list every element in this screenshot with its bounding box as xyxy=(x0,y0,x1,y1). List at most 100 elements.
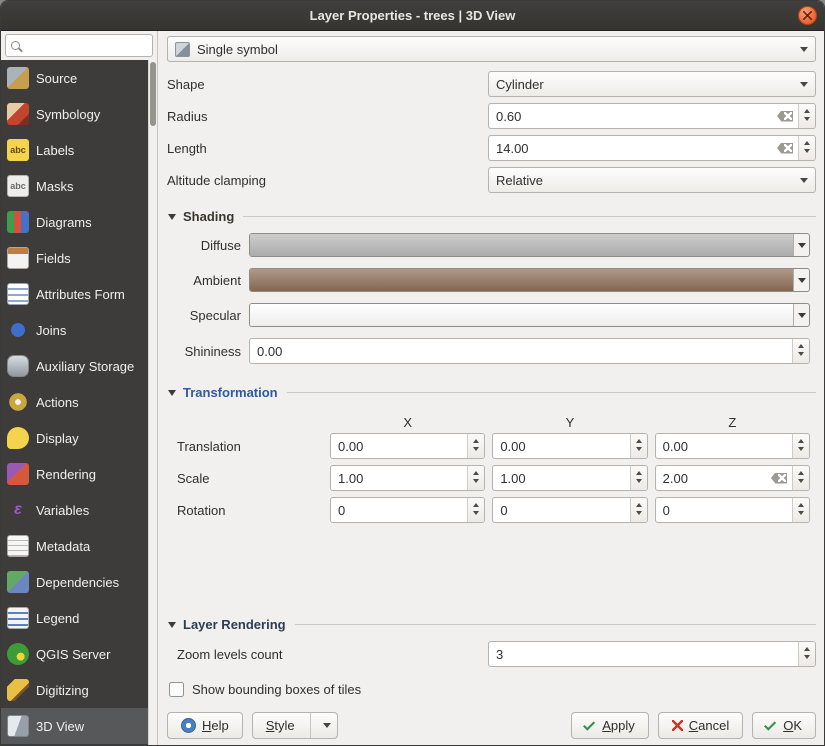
sidebar-item-auxiliary-storage[interactable]: Auxiliary Storage xyxy=(1,348,148,384)
spin-up-icon[interactable] xyxy=(468,498,484,510)
sidebar-item-source[interactable]: Source xyxy=(1,60,148,96)
spin-up-icon[interactable] xyxy=(793,498,809,510)
spin-up-icon[interactable] xyxy=(793,434,809,446)
shape-select[interactable]: Cylinder xyxy=(488,71,816,97)
spin-up-icon[interactable] xyxy=(631,466,647,478)
spin-up-icon[interactable] xyxy=(793,466,809,478)
sidebar-item-fields[interactable]: Fields xyxy=(1,240,148,276)
sidebar-item-display[interactable]: Display xyxy=(1,420,148,456)
translation-z-input[interactable]: 0.00 xyxy=(655,433,810,459)
spinner[interactable] xyxy=(630,466,647,490)
spin-down-icon[interactable] xyxy=(468,446,484,458)
radius-spinner[interactable] xyxy=(798,104,815,128)
spin-down-icon[interactable] xyxy=(631,478,647,490)
spinner[interactable] xyxy=(798,642,815,666)
translation-x-input[interactable]: 0.00 xyxy=(330,433,485,459)
apply-button[interactable]: Apply xyxy=(571,712,649,739)
sidebar-item-rendering[interactable]: Rendering xyxy=(1,456,148,492)
transformation-group-header[interactable]: Transformation xyxy=(167,385,816,400)
spin-down-icon[interactable] xyxy=(799,148,815,160)
layer-rendering-group-header[interactable]: Layer Rendering xyxy=(167,617,816,632)
spin-down-icon[interactable] xyxy=(799,654,815,666)
ambient-color-button[interactable] xyxy=(249,268,810,292)
spin-down-icon[interactable] xyxy=(799,116,815,128)
sidebar-item-dependencies[interactable]: Dependencies xyxy=(1,564,148,600)
sidebar-item-digitizing[interactable]: Digitizing xyxy=(1,672,148,708)
cancel-button[interactable]: Cancel xyxy=(658,712,743,739)
chevron-down-icon[interactable] xyxy=(793,269,809,291)
shininess-spinner[interactable] xyxy=(792,339,809,363)
sidebar-item-labels[interactable]: abc Labels xyxy=(1,132,148,168)
spin-down-icon[interactable] xyxy=(793,351,809,363)
spinner[interactable] xyxy=(792,434,809,458)
spinner[interactable] xyxy=(467,498,484,522)
sidebar-scrollbar[interactable] xyxy=(148,60,157,745)
spinner[interactable] xyxy=(630,434,647,458)
spin-down-icon[interactable] xyxy=(793,478,809,490)
spinner[interactable] xyxy=(467,466,484,490)
chevron-down-icon[interactable] xyxy=(323,723,331,732)
translation-y-input[interactable]: 0.00 xyxy=(492,433,647,459)
sidebar-item-attributes-form[interactable]: Attributes Form xyxy=(1,276,148,312)
shininess-input[interactable]: 0.00 xyxy=(249,338,810,364)
scale-z-input[interactable]: 2.00 xyxy=(655,465,810,491)
show-bounding-boxes-checkbox[interactable] xyxy=(169,682,184,697)
search-input[interactable] xyxy=(5,34,153,57)
collapse-triangle-icon[interactable] xyxy=(168,622,176,632)
spinner[interactable] xyxy=(792,498,809,522)
specular-color-button[interactable] xyxy=(249,303,810,327)
rotation-z-input[interactable]: 0 xyxy=(655,497,810,523)
collapse-triangle-icon[interactable] xyxy=(168,214,176,224)
spinner[interactable] xyxy=(630,498,647,522)
spinner[interactable] xyxy=(467,434,484,458)
sidebar-item-qgis-server[interactable]: QGIS Server xyxy=(1,636,148,672)
spin-down-icon[interactable] xyxy=(793,510,809,522)
sidebar-item-actions[interactable]: Actions xyxy=(1,384,148,420)
sidebar-item-3d-view[interactable]: 3D View xyxy=(1,708,148,744)
sidebar-item-joins[interactable]: Joins xyxy=(1,312,148,348)
spin-down-icon[interactable] xyxy=(468,478,484,490)
sidebar-item-diagrams[interactable]: Diagrams xyxy=(1,204,148,240)
sidebar-item-symbology[interactable]: Symbology xyxy=(1,96,148,132)
spin-up-icon[interactable] xyxy=(793,339,809,351)
style-button[interactable]: Style xyxy=(252,712,338,739)
length-spinner[interactable] xyxy=(798,136,815,160)
spin-up-icon[interactable] xyxy=(799,136,815,148)
sidebar-item-masks[interactable]: abc Masks xyxy=(1,168,148,204)
close-button[interactable] xyxy=(798,6,817,25)
scrollbar-thumb[interactable] xyxy=(150,62,156,126)
title-bar[interactable]: Layer Properties - trees | 3D View xyxy=(1,1,824,31)
shading-group-header[interactable]: Shading xyxy=(167,209,816,224)
length-input[interactable]: 14.00 xyxy=(488,135,816,161)
spin-up-icon[interactable] xyxy=(631,498,647,510)
clear-icon[interactable] xyxy=(777,111,793,122)
spin-down-icon[interactable] xyxy=(793,446,809,458)
sidebar-item-metadata[interactable]: Metadata xyxy=(1,528,148,564)
chevron-down-icon[interactable] xyxy=(793,304,809,326)
chevron-down-icon[interactable] xyxy=(793,234,809,256)
altitude-clamping-select[interactable]: Relative xyxy=(488,167,816,193)
spin-up-icon[interactable] xyxy=(799,104,815,116)
spinner[interactable] xyxy=(792,466,809,490)
spin-down-icon[interactable] xyxy=(631,446,647,458)
zoom-levels-input[interactable]: 3 xyxy=(488,641,816,667)
rotation-y-input[interactable]: 0 xyxy=(492,497,647,523)
clear-icon[interactable] xyxy=(777,143,793,154)
symbol-type-select[interactable]: Single symbol xyxy=(167,36,816,62)
spin-up-icon[interactable] xyxy=(631,434,647,446)
scale-y-input[interactable]: 1.00 xyxy=(492,465,647,491)
clear-icon[interactable] xyxy=(771,473,787,484)
sidebar-item-variables[interactable]: ε Variables xyxy=(1,492,148,528)
collapse-triangle-icon[interactable] xyxy=(168,390,176,400)
sidebar-item-legend[interactable]: Legend xyxy=(1,600,148,636)
spin-up-icon[interactable] xyxy=(799,642,815,654)
help-button[interactable]: Help xyxy=(167,712,243,739)
spin-up-icon[interactable] xyxy=(468,466,484,478)
radius-input[interactable]: 0.60 xyxy=(488,103,816,129)
rotation-x-input[interactable]: 0 xyxy=(330,497,485,523)
ok-button[interactable]: OK xyxy=(752,712,816,739)
spin-down-icon[interactable] xyxy=(468,510,484,522)
diffuse-color-button[interactable] xyxy=(249,233,810,257)
spin-up-icon[interactable] xyxy=(468,434,484,446)
spin-down-icon[interactable] xyxy=(631,510,647,522)
